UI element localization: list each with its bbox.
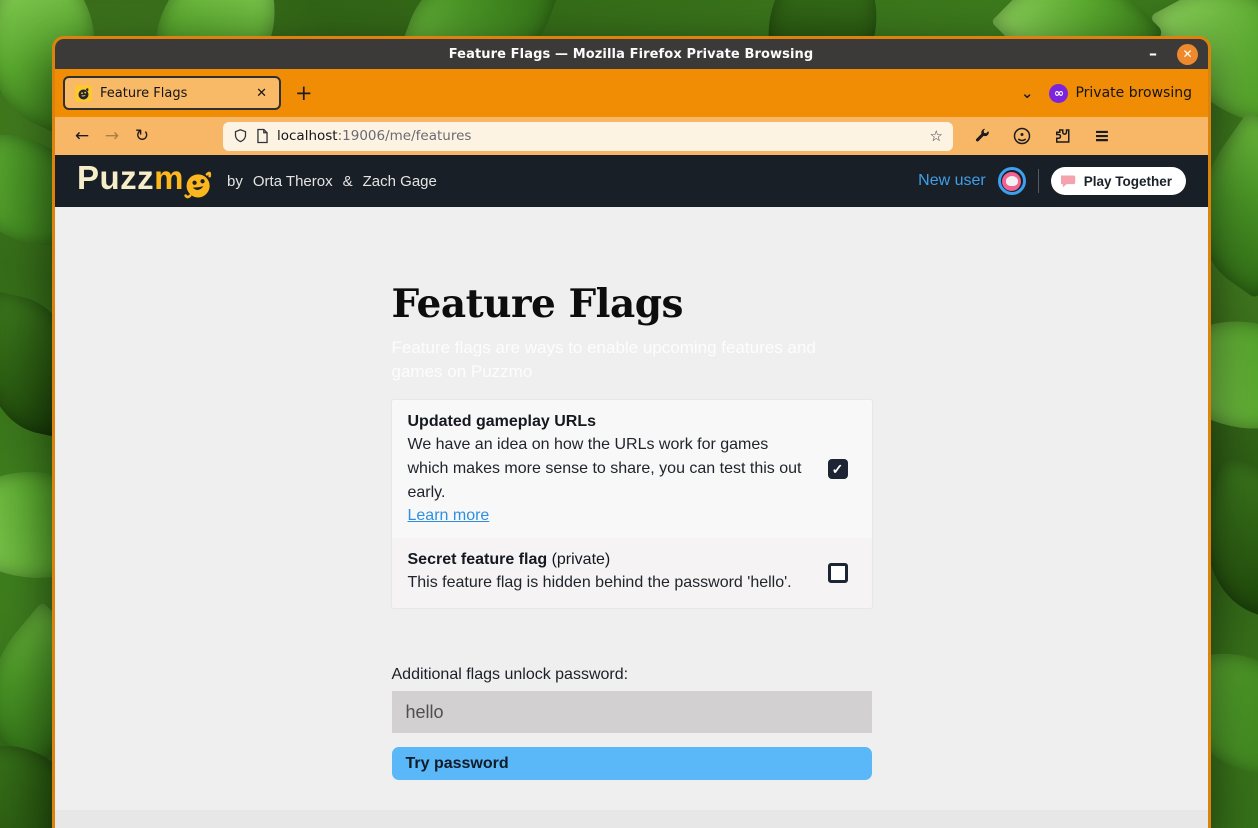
flag-name: Updated gameplay URLs bbox=[408, 413, 596, 430]
url-text[interactable]: localhost:19006/me/features bbox=[277, 128, 922, 144]
feature-flag-card: Updated gameplay URLs We have an idea on… bbox=[392, 400, 872, 608]
password-label: Additional flags unlock password: bbox=[392, 666, 872, 684]
page-subtitle: Feature flags are ways to enable upcomin… bbox=[392, 336, 872, 384]
page-footer bbox=[55, 810, 1208, 828]
window-title: Feature Flags — Mozilla Firefox Private … bbox=[55, 47, 1143, 62]
try-password-button[interactable]: Try password bbox=[392, 747, 872, 780]
reload-icon: ↻ bbox=[135, 126, 149, 146]
new-tab-icon: + bbox=[295, 81, 313, 105]
user-avatar[interactable] bbox=[998, 167, 1026, 195]
byline: by Orta Therox & Zach Gage bbox=[227, 173, 437, 190]
site-header: Puzzm by Orta Therox & Zach Gage New use… bbox=[55, 155, 1208, 207]
tab-close-button[interactable]: ✕ bbox=[254, 86, 269, 101]
firefox-window: Feature Flags — Mozilla Firefox Private … bbox=[52, 36, 1211, 828]
flag-row-secret-feature-flag: Secret feature flag (private) This featu… bbox=[392, 538, 872, 608]
page-content: Feature Flags Feature flags are ways to … bbox=[55, 207, 1208, 828]
extensions-button[interactable] bbox=[1045, 127, 1079, 145]
chevron-down-icon: ⌄ bbox=[1021, 84, 1034, 102]
browser-tab-feature-flags[interactable]: Feature Flags ✕ bbox=[63, 76, 281, 110]
minimize-icon: – bbox=[1149, 44, 1157, 63]
url-bar[interactable]: localhost:19006/me/features ☆ bbox=[223, 122, 953, 151]
puzzle-piece-icon bbox=[1053, 127, 1071, 145]
flag-name: Secret feature flag bbox=[408, 551, 548, 568]
flag-suffix: (private) bbox=[552, 551, 611, 568]
tab-close-icon: ✕ bbox=[256, 86, 267, 101]
avatar-inner bbox=[1002, 172, 1021, 191]
flag-description: This feature flag is hidden behind the p… bbox=[408, 571, 810, 595]
account-icon bbox=[1013, 127, 1031, 145]
logo-text-m: m bbox=[154, 161, 184, 194]
tab-label: Feature Flags bbox=[100, 86, 246, 101]
byline-ampersand: & bbox=[343, 173, 353, 190]
new-user-link[interactable]: New user bbox=[918, 172, 986, 190]
puzzmo-face-icon bbox=[77, 87, 90, 100]
back-button[interactable]: ← bbox=[67, 126, 97, 146]
url-host: localhost bbox=[277, 128, 338, 144]
window-titlebar[interactable]: Feature Flags — Mozilla Firefox Private … bbox=[55, 39, 1208, 69]
play-together-label: Play Together bbox=[1084, 174, 1172, 189]
byline-author-1[interactable]: Orta Therox bbox=[253, 173, 333, 190]
forward-icon: → bbox=[105, 126, 119, 146]
flag-row-updated-gameplay-urls: Updated gameplay URLs We have an idea on… bbox=[392, 400, 872, 538]
tab-favicon-puzzmo bbox=[75, 85, 92, 102]
puzzmo-logo[interactable]: Puzzm bbox=[77, 161, 215, 201]
flag-description: We have an idea on how the URLs work for… bbox=[408, 433, 810, 505]
minimize-button[interactable]: – bbox=[1143, 49, 1163, 59]
check-icon: ✓ bbox=[832, 461, 844, 478]
page-info-icon[interactable] bbox=[256, 128, 269, 144]
back-icon: ← bbox=[75, 126, 89, 146]
byline-by: by bbox=[227, 173, 243, 190]
new-tab-button[interactable]: + bbox=[295, 83, 313, 103]
play-together-button[interactable]: Play Together bbox=[1051, 167, 1186, 195]
logo-face-icon bbox=[183, 169, 215, 201]
account-button[interactable] bbox=[1005, 127, 1039, 145]
reload-button[interactable]: ↻ bbox=[127, 126, 157, 146]
list-all-tabs-button[interactable]: ⌄ bbox=[1021, 84, 1034, 102]
nav-toolbar: ← → ↻ localhost:19006/me/features ☆ bbox=[55, 117, 1208, 155]
url-path: :19006/me/features bbox=[338, 128, 472, 144]
wrench-icon bbox=[974, 128, 991, 145]
learn-more-link[interactable]: Learn more bbox=[408, 507, 490, 525]
bookmark-star-button[interactable]: ☆ bbox=[930, 127, 943, 145]
close-icon: ✕ bbox=[1182, 47, 1192, 61]
menu-button[interactable]: ≡ bbox=[1085, 125, 1119, 147]
private-browsing-badge: ∞ Private browsing bbox=[1049, 84, 1192, 103]
speech-bubble-icon bbox=[1061, 174, 1077, 188]
private-browsing-label: Private browsing bbox=[1075, 85, 1192, 101]
forward-button[interactable]: → bbox=[97, 126, 127, 146]
shield-icon[interactable] bbox=[233, 128, 248, 144]
devtools-button[interactable] bbox=[965, 128, 999, 145]
flag-checkbox-checked[interactable]: ✓ bbox=[828, 459, 848, 479]
close-button[interactable]: ✕ bbox=[1177, 44, 1198, 65]
logo-text-puzz: Puzz bbox=[77, 161, 154, 194]
header-divider bbox=[1038, 169, 1039, 193]
toolbar-right-icons: ≡ bbox=[965, 125, 1119, 147]
desktop-wallpaper: Feature Flags — Mozilla Firefox Private … bbox=[0, 0, 1258, 828]
private-mask-icon: ∞ bbox=[1049, 84, 1068, 103]
tab-bar: Feature Flags ✕ + ⌄ ∞ Private browsing bbox=[55, 69, 1208, 117]
page-title: Feature Flags bbox=[392, 281, 872, 327]
flag-checkbox-unchecked[interactable] bbox=[828, 563, 848, 583]
byline-author-2[interactable]: Zach Gage bbox=[363, 173, 437, 190]
hamburger-menu-icon: ≡ bbox=[1094, 125, 1110, 147]
avatar-creature-icon bbox=[1006, 176, 1018, 186]
password-input[interactable] bbox=[392, 691, 872, 733]
star-icon: ☆ bbox=[930, 127, 943, 145]
